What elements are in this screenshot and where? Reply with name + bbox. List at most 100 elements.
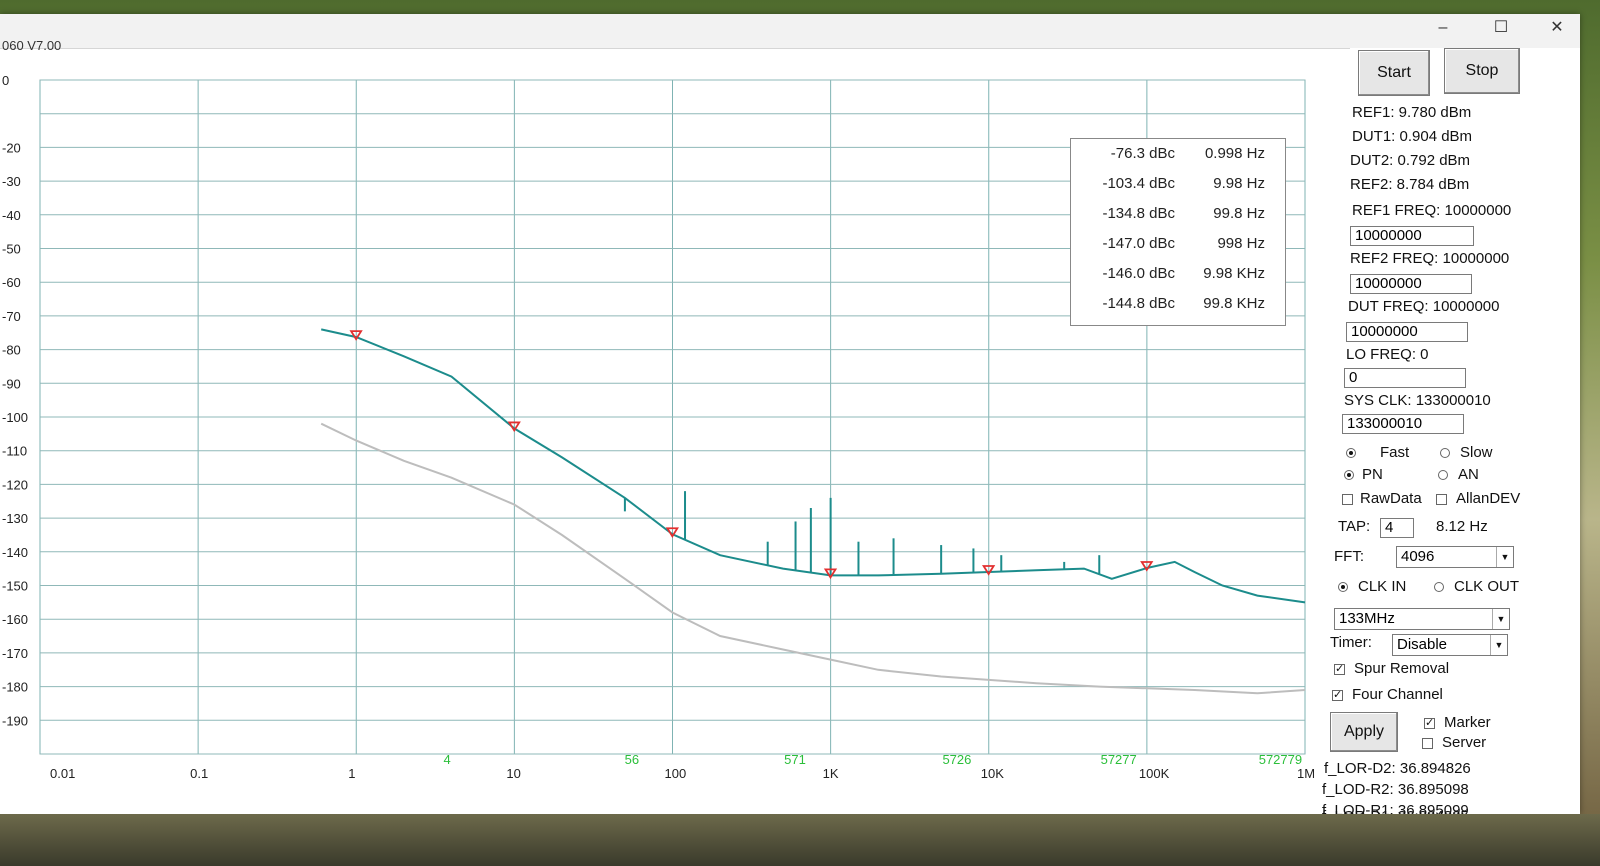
four-channel-label: Four Channel <box>1352 686 1443 703</box>
clk-frequency-value: 133MHz <box>1339 610 1395 627</box>
rawdata-checkbox[interactable] <box>1342 494 1353 505</box>
ref1-freq-field[interactable]: 10000000 <box>1350 226 1474 246</box>
y-tick-label: -60 <box>2 275 21 290</box>
y-tick-label: -50 <box>2 242 21 257</box>
y-tick-label: -100 <box>2 410 28 425</box>
title-bar: 060 V7.00 – ☐ ✕ <box>0 14 1580 53</box>
y-tick-label: -160 <box>2 612 28 627</box>
an-radio[interactable] <box>1438 470 1448 480</box>
x-tick-label: 1 <box>348 766 355 781</box>
start-button[interactable]: Start <box>1358 50 1430 96</box>
clk-out-radio[interactable] <box>1434 582 1444 592</box>
clk-out-label: CLK OUT <box>1454 578 1520 595</box>
y-tick-label: -150 <box>2 579 28 594</box>
timer-select[interactable]: Disable ▼ <box>1392 634 1508 656</box>
marker-dbc: -144.8 dBc <box>1102 295 1175 312</box>
offset-label: 5726 <box>942 752 971 767</box>
x-tick-label: 0.1 <box>190 766 208 781</box>
x-tick-label: 10K <box>981 766 1004 781</box>
marker-row: -146.0 dBc 9.98 KHz <box>1071 259 1285 288</box>
stop-button[interactable]: Stop <box>1444 48 1520 94</box>
clk-frequency-select[interactable]: 133MHz ▼ <box>1334 608 1510 630</box>
spur-removal-label: Spur Removal <box>1354 660 1450 677</box>
marker-checkbox[interactable]: ✓ <box>1424 718 1435 729</box>
phase-noise-plot-area: 0 -20 -30 -40 -50 -60 -70 -80 -90 -100 -110 -120 -13… <box>0 48 1350 814</box>
marker-freq: 0.998 Hz <box>1204 145 1265 162</box>
an-label: AN <box>1458 466 1479 483</box>
marker-freq: 998 Hz <box>1217 235 1265 252</box>
slow-radio[interactable] <box>1440 448 1450 458</box>
x-tick-label: 1M <box>1297 766 1315 781</box>
dut2-level: DUT2: 0.792 dBm <box>1350 152 1471 169</box>
offset-label: 4 <box>443 752 450 767</box>
f-lor-d2-value: f_LOR-D2: 36.894826 <box>1324 760 1471 777</box>
y-tick-label: -180 <box>2 680 28 695</box>
dut1-level: DUT1: 0.904 dBm <box>1352 128 1473 145</box>
ref2-freq-label: REF2 FREQ: 10000000 <box>1350 250 1510 267</box>
ref1-level: REF1: 9.780 dBm <box>1352 104 1472 121</box>
tap-field[interactable]: 4 <box>1380 518 1414 538</box>
server-label: Server <box>1442 734 1487 751</box>
f-lod-r2-value: f_LOD-R2: 36.895098 <box>1322 781 1469 798</box>
marker-dbc: -147.0 dBc <box>1102 235 1175 252</box>
x-tick-label: 10 <box>506 766 520 781</box>
y-tick-label: -30 <box>2 174 21 189</box>
fast-radio[interactable] <box>1346 448 1356 458</box>
lo-freq-field[interactable]: 0 <box>1344 368 1466 388</box>
marker-dbc: -134.8 dBc <box>1102 205 1175 222</box>
y-tick-label: -80 <box>2 343 21 358</box>
y-tick-label: -70 <box>2 309 21 324</box>
four-channel-checkbox[interactable]: ✓ <box>1332 690 1343 701</box>
dut-freq-field[interactable]: 10000000 <box>1346 322 1468 342</box>
offset-label: 571 <box>784 752 806 767</box>
x-tick-label: 100 <box>665 766 687 781</box>
close-button[interactable]: ✕ <box>1534 14 1580 44</box>
maximize-button[interactable]: ☐ <box>1478 14 1524 44</box>
y-tick-label: -130 <box>2 511 28 526</box>
lo-freq-label: LO FREQ: 0 <box>1346 346 1429 363</box>
sys-clk-field[interactable]: 133000010 <box>1342 414 1464 434</box>
desktop-bottom <box>0 814 1600 866</box>
ref2-freq-field[interactable]: 10000000 <box>1350 274 1472 294</box>
marker-freq: 99.8 KHz <box>1203 295 1265 312</box>
fast-label: Fast <box>1380 444 1410 461</box>
apply-button[interactable]: Apply <box>1330 712 1398 752</box>
pn-label: PN <box>1362 466 1383 483</box>
marker-row: -103.4 dBc 9.98 Hz <box>1071 169 1285 198</box>
marker-row: -76.3 dBc 0.998 Hz <box>1071 139 1285 168</box>
y-tick-label: -40 <box>2 208 21 223</box>
offset-label: 56 <box>625 752 639 767</box>
y-tick-label: -190 <box>2 713 28 728</box>
fft-select[interactable]: 4096 ▼ <box>1396 546 1514 568</box>
marker-label: Marker <box>1444 714 1491 731</box>
chevron-down-icon: ▼ <box>1492 609 1509 629</box>
y-tick-label: -140 <box>2 545 28 560</box>
marker-dbc: -103.4 dBc <box>1102 175 1175 192</box>
clk-in-radio[interactable] <box>1338 582 1348 592</box>
y-tick-label: -170 <box>2 646 28 661</box>
y-tick-label: -110 <box>2 444 27 459</box>
slow-label: Slow <box>1460 444 1493 461</box>
marker-freq: 9.98 KHz <box>1203 265 1265 282</box>
allandev-checkbox[interactable] <box>1436 494 1447 505</box>
x-tick-label: 1K <box>823 766 839 781</box>
marker-row: -147.0 dBc 998 Hz <box>1071 229 1285 258</box>
control-panel: Start Stop REF1: 9.780 dBm DUT1: 0.904 d… <box>1322 48 1580 819</box>
fft-select-value: 4096 <box>1401 548 1435 565</box>
rawdata-label: RawData <box>1360 490 1422 507</box>
tap-label: TAP: <box>1338 518 1371 535</box>
clk-in-label: CLK IN <box>1358 578 1407 595</box>
offset-label: 572779 <box>1259 752 1302 767</box>
ref1-freq-label: REF1 FREQ: 10000000 <box>1352 202 1512 219</box>
x-tick-label: 0.01 <box>50 766 75 781</box>
server-checkbox[interactable] <box>1422 738 1433 749</box>
dut-freq-label: DUT FREQ: 10000000 <box>1348 298 1500 315</box>
pn-radio[interactable] <box>1344 470 1354 480</box>
fft-label: FFT: <box>1334 548 1364 565</box>
y-tick-label: -120 <box>2 477 28 492</box>
marker-row: -134.8 dBc 99.8 Hz <box>1071 199 1285 228</box>
minimize-button[interactable]: – <box>1420 14 1466 44</box>
marker-readout-box: -76.3 dBc 0.998 Hz -103.4 dBc 9.98 Hz -1… <box>1070 138 1286 326</box>
spur-removal-checkbox[interactable]: ✓ <box>1334 664 1345 675</box>
allandev-label: AllanDEV <box>1456 490 1521 507</box>
